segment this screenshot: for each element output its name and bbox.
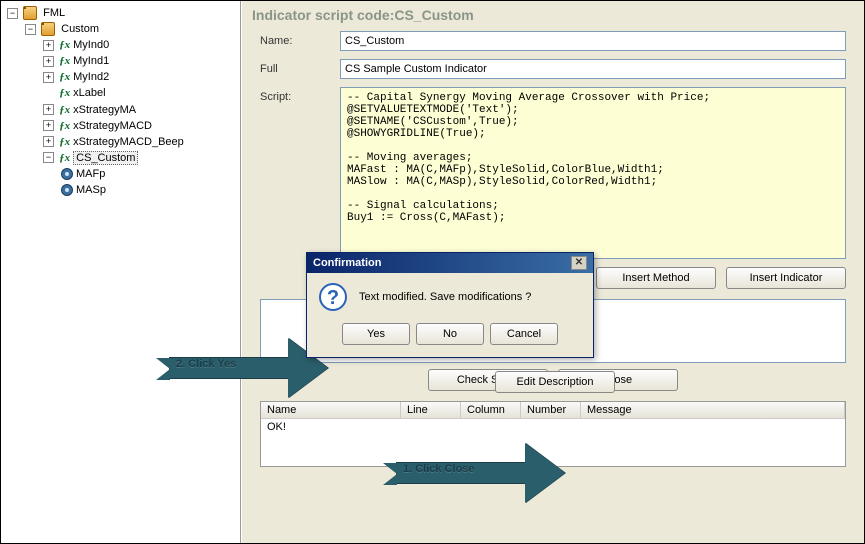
fx-icon: ƒx bbox=[59, 136, 70, 148]
dialog-title: Confirmation bbox=[313, 257, 381, 269]
insert-indicator-button[interactable]: Insert Indicator bbox=[726, 267, 846, 289]
gear-icon bbox=[61, 168, 73, 180]
tree-item-selected[interactable]: − ƒx CS_Custom MAFp MASp bbox=[43, 150, 240, 198]
tree-item[interactable]: ƒx xLabel bbox=[43, 85, 240, 101]
tree-item-label: MyInd2 bbox=[73, 71, 109, 83]
expand-icon[interactable]: + bbox=[43, 72, 54, 83]
fx-icon: ƒx bbox=[59, 39, 70, 51]
tree-child[interactable]: MAFp bbox=[61, 166, 240, 182]
col-name[interactable]: Name bbox=[261, 402, 401, 418]
col-number[interactable]: Number bbox=[521, 402, 581, 418]
full-input[interactable] bbox=[340, 59, 846, 79]
question-icon: ? bbox=[319, 283, 347, 311]
col-column[interactable]: Column bbox=[461, 402, 521, 418]
fx-icon: ƒx bbox=[59, 152, 70, 164]
tree-item[interactable]: + ƒx MyInd2 bbox=[43, 69, 240, 85]
expand-icon[interactable]: + bbox=[43, 104, 54, 115]
tree-child[interactable]: MASp bbox=[61, 182, 240, 198]
tree-child-label: MAFp bbox=[76, 168, 105, 180]
app-frame: − FML − Custom + ƒx MyInd0 + ƒx MyInd1 +… bbox=[0, 0, 865, 544]
edit-description-button[interactable]: Edit Description bbox=[495, 371, 615, 393]
tree-panel: − FML − Custom + ƒx MyInd0 + ƒx MyInd1 +… bbox=[1, 1, 241, 543]
tree-item-label: xLabel bbox=[73, 88, 105, 100]
collapse-icon[interactable]: − bbox=[25, 24, 36, 35]
tree-child-label: MASp bbox=[76, 184, 106, 196]
tree-item-label: xStrategyMACD bbox=[73, 120, 152, 132]
tree-item-label: xStrategyMACD_Beep bbox=[73, 136, 184, 148]
annotation-text: 1. Click Close bbox=[403, 463, 475, 475]
name-input[interactable] bbox=[340, 31, 846, 51]
script-textarea[interactable]: -- Capital Synergy Moving Average Crosso… bbox=[340, 87, 846, 259]
fx-icon: ƒx bbox=[59, 104, 70, 116]
annotation-text: 2. Click Yes bbox=[176, 358, 236, 370]
col-message[interactable]: Message bbox=[581, 402, 845, 418]
tree-item-label: xStrategyMA bbox=[73, 104, 136, 116]
tree-item[interactable]: + ƒx xStrategyMACD bbox=[43, 118, 240, 134]
tree-item-label: MyInd1 bbox=[73, 55, 109, 67]
full-label: Full bbox=[260, 59, 340, 79]
annotation-arrow-1: 1. Click Close bbox=[396, 443, 565, 503]
tree-item-label: CS_Custom bbox=[73, 151, 138, 165]
grid-header: Name Line Column Number Message bbox=[261, 402, 845, 419]
yes-button[interactable]: Yes bbox=[342, 323, 410, 345]
cancel-button[interactable]: Cancel bbox=[490, 323, 558, 345]
script-label: Script: bbox=[260, 87, 340, 259]
tree-icon bbox=[23, 6, 37, 20]
expand-icon[interactable]: + bbox=[43, 40, 54, 51]
tree-item-label: MyInd0 bbox=[73, 39, 109, 51]
tree-item[interactable]: + ƒx xStrategyMACD_Beep bbox=[43, 134, 240, 150]
confirmation-dialog: Confirmation ✕ ? Text modified. Save mod… bbox=[306, 252, 594, 358]
grid-row: OK! bbox=[261, 419, 845, 435]
col-line[interactable]: Line bbox=[401, 402, 461, 418]
tree-item[interactable]: + ƒx xStrategyMA bbox=[43, 102, 240, 118]
fx-icon: ƒx bbox=[59, 55, 70, 67]
tree-custom-label: Custom bbox=[61, 23, 99, 35]
dialog-titlebar[interactable]: Confirmation ✕ bbox=[307, 253, 593, 273]
tree-root[interactable]: − FML − Custom + ƒx MyInd0 + ƒx MyInd1 +… bbox=[7, 5, 240, 198]
fx-icon: ƒx bbox=[59, 120, 70, 132]
fx-icon: ƒx bbox=[59, 71, 70, 83]
spacer bbox=[43, 88, 54, 99]
tree-icon bbox=[41, 22, 55, 36]
tree-custom[interactable]: − Custom + ƒx MyInd0 + ƒx MyInd1 + ƒx My… bbox=[25, 21, 240, 198]
name-label: Name: bbox=[260, 31, 340, 51]
tree-item[interactable]: + ƒx MyInd0 bbox=[43, 37, 240, 53]
dialog-message: Text modified. Save modifications ? bbox=[359, 291, 531, 303]
collapse-icon[interactable]: − bbox=[7, 8, 18, 19]
tree-root-label: FML bbox=[43, 7, 65, 19]
collapse-icon[interactable]: − bbox=[43, 152, 54, 163]
close-icon[interactable]: ✕ bbox=[571, 256, 587, 270]
tree-item[interactable]: + ƒx MyInd1 bbox=[43, 53, 240, 69]
expand-icon[interactable]: + bbox=[43, 136, 54, 147]
insert-method-button[interactable]: Insert Method bbox=[596, 267, 716, 289]
annotation-arrow-2: 2. Click Yes bbox=[169, 338, 328, 398]
expand-icon[interactable]: + bbox=[43, 56, 54, 67]
gear-icon bbox=[61, 184, 73, 196]
expand-icon[interactable]: + bbox=[43, 120, 54, 131]
fx-icon: ƒx bbox=[59, 87, 70, 99]
panel-title: Indicator script code:CS_Custom bbox=[242, 1, 864, 31]
no-button[interactable]: No bbox=[416, 323, 484, 345]
